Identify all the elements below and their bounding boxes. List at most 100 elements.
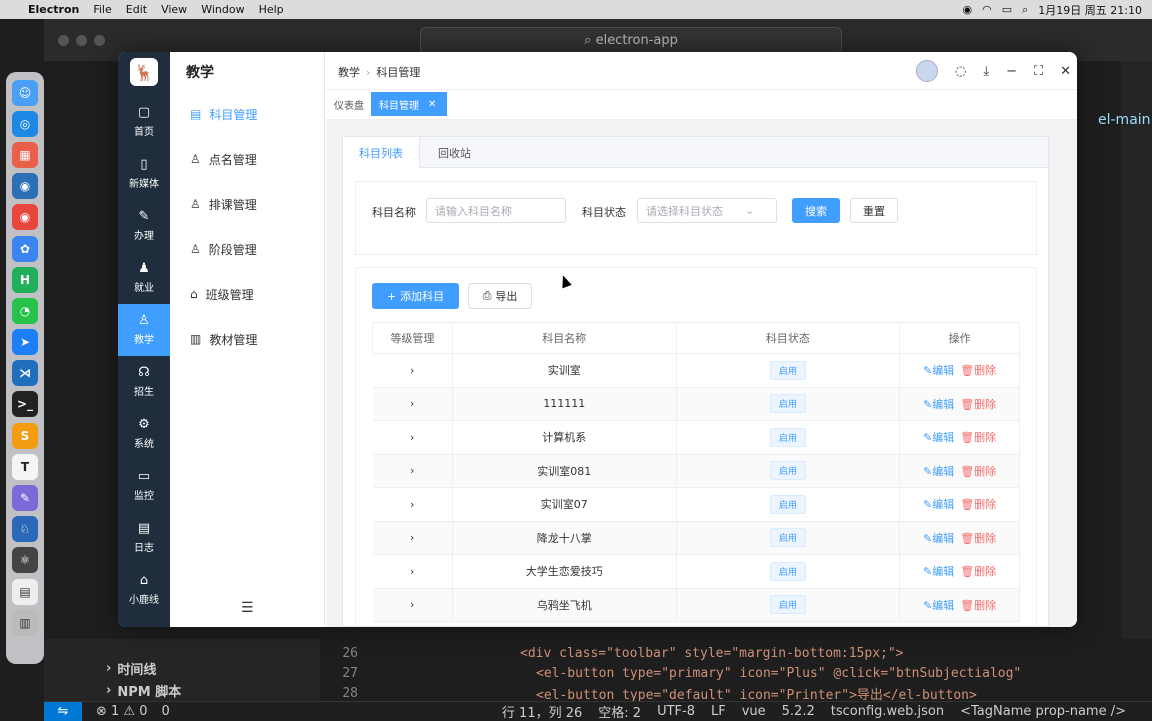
subnav-textbook[interactable]: ▥ 教材管理 xyxy=(190,329,257,349)
edit-button[interactable]: ✎编辑 xyxy=(923,498,954,511)
wifi-icon[interactable]: ◠ xyxy=(982,3,992,16)
spotlight-icon[interactable]: ⌕ xyxy=(1022,3,1028,17)
delete-button[interactable]: 🗑删除 xyxy=(960,498,996,511)
sidebar-section-timeline[interactable]: › 时间线 xyxy=(44,657,320,679)
app-icon[interactable]: ✎ xyxy=(12,485,38,512)
editor-tab-el-main[interactable]: el-main xyxy=(1098,112,1151,128)
menubar-datetime[interactable]: 1月19日 周五 21:10 xyxy=(1038,2,1142,18)
hbuilder-icon[interactable]: H xyxy=(12,266,38,293)
app-icon[interactable]: ◉ xyxy=(12,173,38,200)
nav-item-xiaoluxian[interactable]: ⌂ 小鹿线 xyxy=(118,564,170,616)
window-controls[interactable] xyxy=(58,35,105,46)
subject-name-input[interactable]: 请输入科目名称 xyxy=(426,198,566,223)
edit-button[interactable]: ✎编辑 xyxy=(923,565,954,578)
nav-item-log[interactable]: ▤ 日志 xyxy=(118,512,170,564)
status-language[interactable]: vue xyxy=(742,704,766,719)
nav-item-newmedia[interactable]: ▯ 新媒体 xyxy=(118,148,170,200)
edit-button[interactable]: ✎编辑 xyxy=(923,431,954,444)
nav-item-monitor[interactable]: ▭ 监控 xyxy=(118,460,170,512)
code-editor[interactable]: 26 <div class="toolbar" style="margin-bot… xyxy=(320,639,1152,703)
edit-button[interactable]: ✎编辑 xyxy=(923,532,954,545)
download-icon[interactable]: ⤓ xyxy=(983,64,989,79)
expand-row-icon[interactable]: › xyxy=(372,387,453,421)
terminal-icon[interactable]: >_ xyxy=(12,391,38,418)
sidebar-section-npm[interactable]: › NPM 脚本 xyxy=(44,679,320,701)
app-icon[interactable]: ➤ xyxy=(12,329,38,356)
search-button[interactable]: 搜索 xyxy=(792,198,840,223)
nav-item-system[interactable]: ⚙ 系统 xyxy=(118,408,170,460)
close-icon[interactable]: ✕ xyxy=(1060,64,1071,79)
tag-dashboard[interactable]: 仪表盘 xyxy=(326,92,372,116)
tab-recycle-bin[interactable]: 回收站 xyxy=(422,137,487,168)
message-icon[interactable]: ◌ xyxy=(955,64,966,79)
status-tsconfig[interactable]: tsconfig.web.json xyxy=(831,704,944,719)
tab-subject-list[interactable]: 科目列表 xyxy=(343,137,420,168)
battery-icon[interactable]: ▭ xyxy=(1002,3,1012,16)
finder-icon[interactable]: ☺ xyxy=(12,79,38,106)
subnav-subject[interactable]: ▤ 科目管理 xyxy=(190,104,257,124)
menu-window[interactable]: Window xyxy=(201,3,244,16)
expand-row-icon[interactable]: › xyxy=(372,420,453,455)
expand-row-icon[interactable]: › xyxy=(372,454,453,488)
app-icon[interactable]: ✿ xyxy=(12,235,38,262)
delete-button[interactable]: 🗑删除 xyxy=(960,532,996,545)
subject-status-select[interactable]: 请选择科目状态 ⌄ xyxy=(637,198,777,223)
maximize-icon[interactable]: ⛶ xyxy=(1034,64,1043,79)
subnav-stage[interactable]: ♙ 阶段管理 xyxy=(190,239,257,259)
wechat-icon[interactable]: ◔ xyxy=(12,297,38,324)
expand-row-icon[interactable]: › xyxy=(372,353,453,388)
app-icon[interactable]: ♘ xyxy=(12,516,38,543)
edit-button[interactable]: ✎编辑 xyxy=(923,599,954,612)
safari-icon[interactable]: ◎ xyxy=(12,110,38,137)
edit-button[interactable]: ✎编辑 xyxy=(923,364,954,377)
close-icon[interactable]: ✕ xyxy=(428,99,436,110)
status-encoding[interactable]: UTF-8 xyxy=(657,704,695,719)
status-ports[interactable]: 0 xyxy=(162,704,170,719)
status-tag[interactable]: <TagName prop-name /> xyxy=(960,704,1126,719)
menu-help[interactable]: Help xyxy=(259,3,284,16)
status-version[interactable]: 5.2.2 xyxy=(782,704,815,719)
menubar-app-name[interactable]: Electron xyxy=(28,3,79,16)
record-icon[interactable]: ◉ xyxy=(963,3,973,16)
trash-icon[interactable]: ▥ xyxy=(12,609,38,636)
export-button[interactable]: ⎙ 导出 xyxy=(468,283,532,309)
subnav-schedule[interactable]: ♙ 排课管理 xyxy=(190,194,257,214)
nav-item-employment[interactable]: ♟ 就业 xyxy=(118,252,170,304)
avatar[interactable] xyxy=(915,60,938,82)
delete-button[interactable]: 🗑删除 xyxy=(960,398,996,411)
status-problems[interactable]: ⊗ 1 ⚠ 0 xyxy=(96,704,148,719)
document-icon[interactable]: ▤ xyxy=(12,578,38,605)
expand-row-icon[interactable]: › xyxy=(372,521,453,555)
delete-button[interactable]: 🗑删除 xyxy=(960,431,996,444)
nav-item-handle[interactable]: ✎ 办理 xyxy=(118,200,170,252)
breadcrumb-item[interactable]: 教学 xyxy=(338,64,360,80)
status-position[interactable]: 行 11，列 26 xyxy=(502,702,582,721)
delete-button[interactable]: 🗑删除 xyxy=(960,364,996,377)
delete-button[interactable]: 🗑删除 xyxy=(960,465,996,478)
reset-button[interactable]: 重置 xyxy=(850,198,898,223)
menu-edit[interactable]: Edit xyxy=(126,3,147,16)
chrome-icon[interactable]: ◉ xyxy=(12,204,38,231)
vscode-command-center[interactable]: ⌕ electron-app xyxy=(420,27,842,54)
menu-file[interactable]: File xyxy=(93,3,111,16)
expand-row-icon[interactable]: › xyxy=(372,554,453,589)
collapse-menu-icon[interactable]: ☰ xyxy=(241,600,254,616)
nav-item-home[interactable]: ▢ 首页 xyxy=(118,96,170,148)
edit-button[interactable]: ✎编辑 xyxy=(923,398,954,411)
status-eol[interactable]: LF xyxy=(711,704,726,719)
add-subject-button[interactable]: + 添加科目 xyxy=(372,283,459,309)
nav-item-teaching[interactable]: ♙ 教学 xyxy=(118,304,170,356)
edit-button[interactable]: ✎编辑 xyxy=(923,465,954,478)
delete-button[interactable]: 🗑删除 xyxy=(960,599,996,612)
vscode-icon[interactable]: ⋊ xyxy=(12,360,38,387)
launchpad-icon[interactable]: ▦ xyxy=(12,141,38,168)
subnav-rollcall[interactable]: ♙ 点名管理 xyxy=(190,149,257,169)
electron-icon[interactable]: ⚛ xyxy=(12,547,38,574)
delete-button[interactable]: 🗑删除 xyxy=(960,565,996,578)
expand-row-icon[interactable]: › xyxy=(372,487,453,522)
expand-row-icon[interactable]: › xyxy=(372,588,453,622)
nav-item-enroll[interactable]: ☊ 招生 xyxy=(118,356,170,408)
subnav-class[interactable]: ⌂ 班级管理 xyxy=(190,284,254,304)
status-spaces[interactable]: 空格: 2 xyxy=(598,702,641,721)
remote-icon[interactable]: ⇋ xyxy=(44,701,82,721)
